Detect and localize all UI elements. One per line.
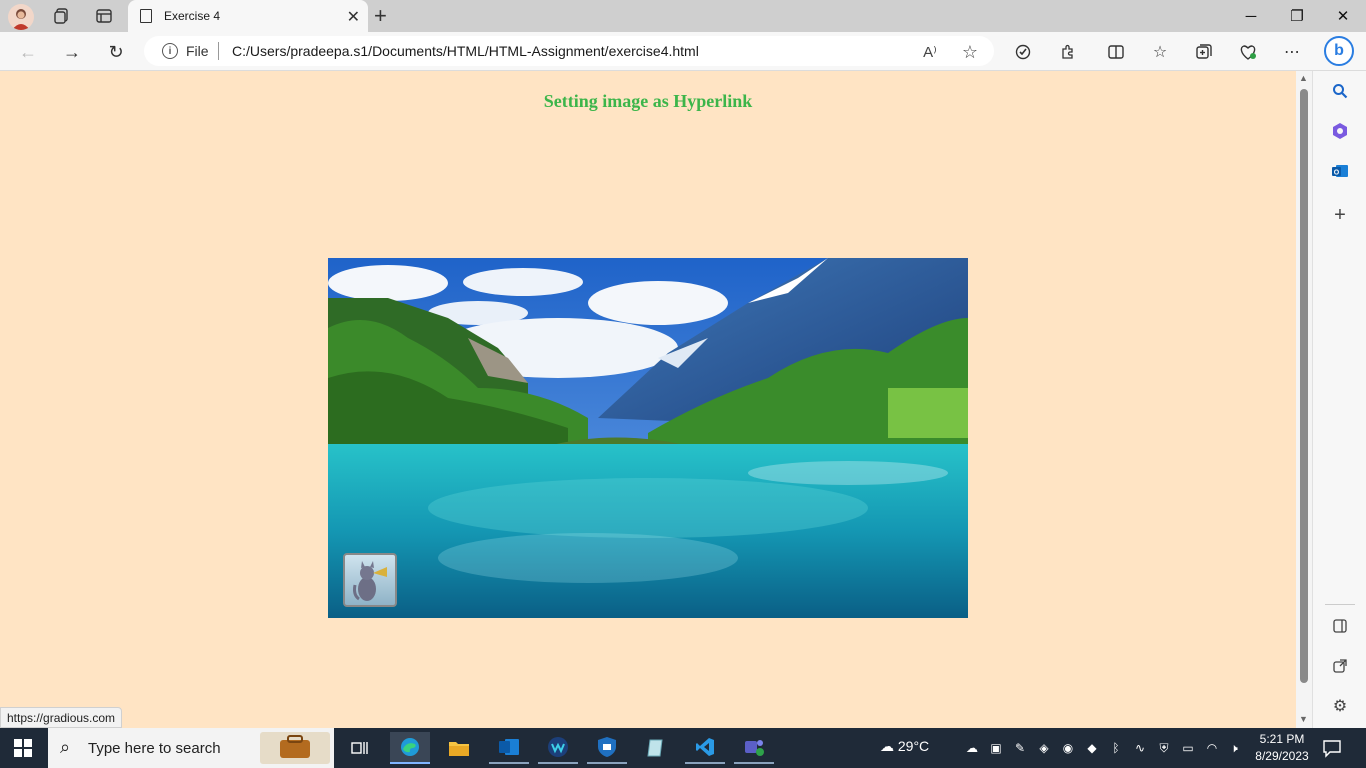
webex-icon[interactable]	[538, 732, 578, 764]
close-window-button[interactable]: ✕	[1320, 0, 1366, 32]
sidebar-divider	[1325, 604, 1355, 605]
activity-tray-icon[interactable]: ∿	[1132, 739, 1148, 757]
clock-date: 8/29/2023	[1255, 749, 1309, 763]
windows-taskbar: ⌕ Type here to search ☁ 29°C ☁ ▣ ✎ ◈ ◉ ◆…	[0, 728, 1366, 768]
bluetooth-icon[interactable]: ᛒ	[1108, 739, 1124, 757]
teams-tray-icon[interactable]: ▣	[988, 739, 1004, 757]
copilot-icon[interactable]	[1328, 119, 1352, 143]
outlook-taskbar-icon[interactable]	[489, 732, 529, 764]
refresh-icon[interactable]: ↻	[104, 40, 128, 64]
onedrive-icon[interactable]: ☁	[964, 739, 980, 757]
scroll-up-icon[interactable]: ▲	[1299, 73, 1308, 83]
battery-icon[interactable]: ▭	[1180, 739, 1196, 757]
pen-icon[interactable]: ✎	[1012, 739, 1028, 757]
extensions-icon[interactable]	[1056, 40, 1080, 64]
weather-widget[interactable]: ☁ 29°C	[880, 738, 929, 755]
cat-trumpet-icon	[343, 553, 397, 607]
navigation-bar: ← → ↻ i File C:/Users/pradeepa.s1/Docume…	[0, 32, 1366, 71]
search-highlight-icon	[260, 732, 330, 764]
hide-sidebar-icon[interactable]	[1328, 614, 1352, 638]
settings-gear-icon[interactable]: ⚙	[1328, 694, 1352, 718]
divider	[218, 42, 219, 60]
outlook-icon[interactable]: O	[1328, 159, 1352, 183]
split-screen-icon[interactable]	[1104, 40, 1128, 64]
scroll-thumb[interactable]	[1300, 89, 1308, 683]
notification-icon[interactable]	[1322, 738, 1342, 758]
security-shield-icon[interactable]	[587, 732, 627, 764]
file-explorer-icon[interactable]	[439, 732, 479, 764]
clock-time: 5:21 PM	[1259, 732, 1305, 746]
add-app-icon[interactable]: +	[1328, 203, 1352, 227]
page-scrollbar[interactable]: ▲ ▼	[1296, 71, 1312, 728]
address-bar[interactable]: i File C:/Users/pradeepa.s1/Documents/HT…	[144, 36, 994, 66]
search-placeholder: Type here to search	[88, 740, 221, 757]
browser-essentials-icon[interactable]	[1011, 40, 1035, 64]
back-arrow-icon[interactable]: ←	[16, 40, 40, 64]
shield-tray-icon[interactable]: ◈	[1036, 739, 1052, 757]
profile-avatar[interactable]	[8, 4, 34, 30]
tab-title: Exercise 4	[164, 9, 221, 23]
forward-arrow-icon[interactable]: →	[60, 40, 84, 64]
volume-muted-icon[interactable]: 🕨	[1226, 739, 1242, 757]
vscode-icon[interactable]	[685, 732, 725, 764]
defender-tray-icon[interactable]: ⛨	[1156, 739, 1172, 757]
favorite-star-icon[interactable]: ☆	[960, 42, 980, 62]
webex-tray-icon[interactable]: ◉	[1060, 739, 1076, 757]
scheme-label: File	[186, 43, 209, 59]
performance-icon[interactable]	[1236, 40, 1260, 64]
restore-button[interactable]: ❐	[1274, 0, 1320, 32]
more-icon[interactable]: ⋯	[1280, 40, 1304, 64]
weather-cloud-icon: ☁	[880, 738, 894, 754]
task-view-icon[interactable]	[340, 732, 380, 764]
open-external-icon[interactable]	[1328, 654, 1352, 678]
security-tray-icon[interactable]: ◆	[1084, 739, 1100, 757]
read-aloud-icon[interactable]: A⁾	[920, 42, 940, 62]
svg-text:O: O	[1334, 170, 1340, 177]
scroll-down-icon[interactable]: ▼	[1299, 714, 1308, 724]
tab-exercise-4[interactable]: Exercise 4 ✕	[128, 0, 368, 32]
taskbar-search-box[interactable]: ⌕ Type here to search	[48, 728, 334, 768]
document-icon	[140, 9, 152, 23]
hyperlinked-image[interactable]	[328, 258, 968, 618]
site-info-icon[interactable]: i	[162, 43, 178, 59]
system-clock[interactable]: 5:21 PM 8/29/2023	[1250, 731, 1314, 765]
page-content: Setting image as Hyperlink	[0, 71, 1296, 728]
minimize-button[interactable]: ─	[1228, 0, 1274, 32]
wifi-icon[interactable]: ◠	[1204, 739, 1220, 757]
windows-start-icon[interactable]	[14, 739, 32, 757]
edge-sidebar: O + ⚙	[1312, 71, 1366, 728]
teams-icon[interactable]	[734, 732, 774, 764]
landscape-image	[328, 258, 968, 618]
bing-copilot-icon[interactable]: b	[1324, 36, 1354, 66]
notes-app-icon[interactable]	[636, 732, 676, 764]
new-tab-button[interactable]: +	[374, 3, 387, 29]
weather-temperature: 29°C	[897, 738, 930, 754]
title-bar: Exercise 4 ✕ + ─ ❐ ✕	[0, 0, 1366, 32]
edge-taskbar-icon[interactable]	[390, 732, 430, 764]
tab-close-button[interactable]: ✕	[347, 7, 360, 27]
page-heading: Setting image as Hyperlink	[543, 91, 753, 111]
collections-icon[interactable]	[1192, 40, 1216, 64]
search-icon[interactable]	[1328, 79, 1352, 103]
search-icon: ⌕	[60, 737, 71, 757]
workspaces-icon[interactable]	[52, 6, 72, 26]
url-text[interactable]: C:/Users/pradeepa.s1/Documents/HTML/HTML…	[232, 43, 699, 59]
status-hover-url: https://gradious.com	[0, 707, 123, 728]
favorites-icon[interactable]: ☆	[1148, 40, 1172, 64]
tab-actions-icon[interactable]	[94, 6, 114, 26]
